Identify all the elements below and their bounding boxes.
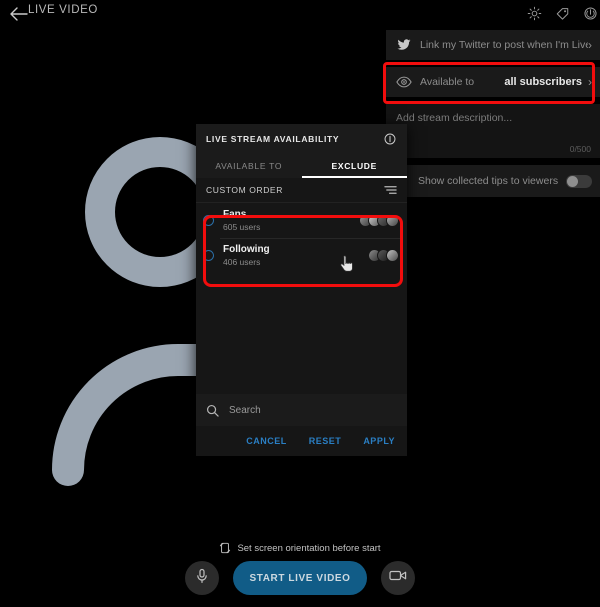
microphone-icon bbox=[195, 568, 209, 589]
dialog-title: LIVE STREAM AVAILABILITY bbox=[206, 133, 340, 144]
show-tips-label: Show collected tips to viewers bbox=[418, 175, 559, 187]
camera-button[interactable] bbox=[381, 561, 415, 595]
avatar bbox=[386, 249, 399, 262]
group-name: Following bbox=[223, 244, 270, 255]
power-icon[interactable] bbox=[580, 3, 600, 23]
stream-description-field[interactable]: Add stream description... 0/500 bbox=[386, 104, 600, 158]
dialog-tabs: AVAILABLE TO EXCLUDE bbox=[196, 153, 407, 178]
available-to-label: Available to bbox=[420, 76, 475, 88]
tab-exclude[interactable]: EXCLUDE bbox=[302, 153, 408, 178]
live-video-screen: LIVE VIDEO Link my Twitter to post when … bbox=[0, 0, 600, 607]
tag-icon[interactable] bbox=[552, 3, 572, 23]
search-input[interactable] bbox=[229, 404, 397, 416]
list-item[interactable]: Fans 605 users bbox=[196, 203, 407, 238]
orientation-hint: Set screen orientation before start bbox=[0, 542, 600, 554]
stream-settings-panel: Link my Twitter to post when I'm Live › … bbox=[386, 30, 600, 197]
chevron-right-icon: › bbox=[588, 75, 592, 89]
apply-button[interactable]: APPLY bbox=[363, 436, 395, 446]
sort-lines-icon[interactable] bbox=[383, 184, 397, 196]
microphone-button[interactable] bbox=[185, 561, 219, 595]
reset-button[interactable]: RESET bbox=[309, 436, 342, 446]
start-live-video-button[interactable]: START LIVE VIDEO bbox=[233, 561, 367, 595]
available-to-row[interactable]: Available to all subscribers › bbox=[386, 67, 600, 97]
screen-rotation-icon bbox=[219, 542, 231, 554]
radio-fans[interactable] bbox=[203, 215, 214, 226]
eye-icon bbox=[396, 74, 412, 90]
character-counter: 0/500 bbox=[569, 144, 591, 154]
tab-available-to[interactable]: AVAILABLE TO bbox=[196, 153, 302, 178]
twitter-link-label: Link my Twitter to post when I'm Live bbox=[420, 39, 588, 51]
group-name: Fans bbox=[223, 209, 247, 220]
dialog-header: LIVE STREAM AVAILABILITY bbox=[196, 124, 407, 153]
available-to-value: all subscribers bbox=[504, 76, 582, 88]
show-tips-row[interactable]: Show collected tips to viewers bbox=[386, 165, 600, 197]
group-user-count: 406 users bbox=[223, 257, 261, 267]
twitter-bird-icon bbox=[396, 37, 412, 53]
search-bar[interactable] bbox=[196, 394, 407, 426]
bottom-control-bar: START LIVE VIDEO bbox=[0, 561, 600, 595]
page-title: LIVE VIDEO bbox=[28, 4, 98, 16]
avatar-stack bbox=[368, 249, 399, 262]
dialog-action-bar: CANCEL RESET APPLY bbox=[196, 426, 407, 456]
search-icon bbox=[206, 404, 219, 417]
cancel-button[interactable]: CANCEL bbox=[246, 436, 287, 446]
custom-order-bar: CUSTOM ORDER bbox=[196, 178, 407, 203]
back-arrow-icon[interactable] bbox=[8, 3, 30, 25]
live-stream-availability-dialog: LIVE STREAM AVAILABILITY AVAILABLE TO EX… bbox=[196, 124, 407, 456]
group-user-count: 605 users bbox=[223, 222, 261, 232]
avatar bbox=[386, 214, 399, 227]
chevron-right-icon: › bbox=[588, 38, 592, 52]
twitter-link-row[interactable]: Link my Twitter to post when I'm Live › bbox=[386, 30, 600, 60]
settings-gear-icon[interactable] bbox=[524, 3, 544, 23]
active-tab-underline bbox=[301, 176, 407, 178]
toggle-knob bbox=[567, 175, 578, 187]
custom-order-label: CUSTOM ORDER bbox=[206, 185, 283, 195]
list-item[interactable]: Following 406 users bbox=[196, 238, 407, 273]
info-circle-icon[interactable] bbox=[383, 132, 397, 146]
stream-description-placeholder: Add stream description... bbox=[396, 112, 513, 124]
avatar-stack bbox=[359, 214, 399, 227]
radio-following[interactable] bbox=[203, 250, 214, 261]
video-camera-icon bbox=[389, 569, 407, 587]
orientation-hint-text: Set screen orientation before start bbox=[237, 542, 381, 554]
top-app-bar: LIVE VIDEO bbox=[0, 0, 600, 28]
show-tips-toggle[interactable] bbox=[566, 174, 592, 188]
group-list: Fans 605 users Following 406 users bbox=[196, 203, 407, 394]
